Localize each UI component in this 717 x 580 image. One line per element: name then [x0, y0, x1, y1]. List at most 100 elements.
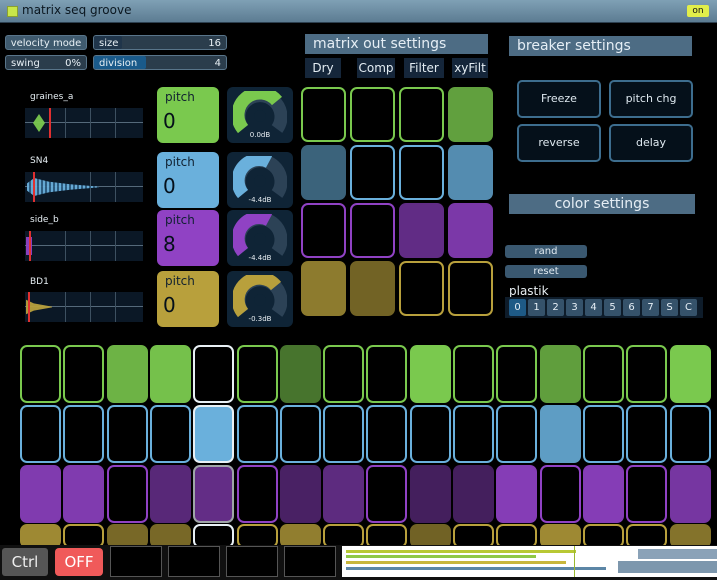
step-cell[interactable]: [149, 465, 191, 523]
step-cell[interactable]: [323, 345, 365, 403]
slot-4[interactable]: [284, 546, 336, 577]
preset-button-6[interactable]: 6: [623, 299, 640, 316]
on-toggle[interactable]: on: [687, 5, 709, 17]
step-cell[interactable]: [539, 465, 581, 523]
step-cell[interactable]: [582, 465, 624, 523]
step-cell[interactable]: [366, 405, 408, 463]
step-cell[interactable]: [323, 465, 365, 523]
step-cell[interactable]: [106, 405, 148, 463]
step-cell[interactable]: [236, 465, 278, 523]
matrix-out-cell[interactable]: [448, 87, 493, 142]
matrix-out-cell[interactable]: [448, 261, 493, 316]
step-cell[interactable]: [496, 465, 538, 523]
step-cell[interactable]: [63, 345, 105, 403]
matrix-out-cell[interactable]: [350, 203, 395, 258]
delay-button[interactable]: delay: [609, 124, 693, 162]
velocity-mode-button[interactable]: velocity mode: [5, 35, 87, 50]
rand-button[interactable]: rand: [505, 245, 587, 258]
reset-button[interactable]: reset: [505, 265, 587, 278]
pitch-box-2[interactable]: pitch 0: [157, 152, 219, 208]
step-cell[interactable]: [409, 465, 451, 523]
matrix-out-cell[interactable]: [448, 203, 493, 258]
pitch-box-1[interactable]: pitch 0: [157, 87, 219, 143]
step-cell[interactable]: [279, 465, 321, 523]
preset-button-3[interactable]: 3: [566, 299, 583, 316]
waveform-4[interactable]: [25, 292, 143, 322]
matrix-out-col-xyfilt[interactable]: xyFilt: [452, 58, 488, 78]
preset-button-7[interactable]: 7: [642, 299, 659, 316]
step-cell[interactable]: [453, 465, 494, 523]
step-cell[interactable]: [409, 345, 451, 403]
step-cell[interactable]: [453, 405, 494, 463]
step-cell[interactable]: [539, 405, 581, 463]
gain-knob-1[interactable]: 0.0dB: [227, 87, 293, 143]
step-cell[interactable]: [539, 345, 581, 403]
matrix-out-cell[interactable]: [350, 87, 395, 142]
matrix-out-cell[interactable]: [301, 203, 346, 258]
preset-button-c[interactable]: C: [680, 299, 697, 316]
matrix-out-cell[interactable]: [399, 261, 444, 316]
pitch-box-3[interactable]: pitch 8: [157, 210, 219, 266]
ctrl-button[interactable]: Ctrl: [2, 548, 48, 576]
step-cell[interactable]: [149, 345, 191, 403]
step-cell[interactable]: [193, 345, 235, 403]
step-cell[interactable]: [453, 345, 494, 403]
step-cell[interactable]: [366, 465, 408, 523]
division-slider[interactable]: division 4: [93, 55, 227, 70]
waveform-3[interactable]: [25, 231, 143, 261]
step-cell[interactable]: [669, 465, 711, 523]
matrix-out-cell[interactable]: [399, 203, 444, 258]
step-cell[interactable]: [669, 345, 711, 403]
slot-3[interactable]: [226, 546, 278, 577]
step-cell[interactable]: [193, 465, 235, 523]
matrix-out-col-comp[interactable]: Comp: [357, 58, 395, 78]
step-cell[interactable]: [106, 345, 148, 403]
step-cell[interactable]: [496, 405, 538, 463]
step-cell[interactable]: [626, 345, 668, 403]
waveform-2[interactable]: [25, 172, 143, 202]
slot-2[interactable]: [168, 546, 220, 577]
step-cell[interactable]: [106, 465, 148, 523]
step-cell[interactable]: [366, 345, 408, 403]
pitch-change-button[interactable]: pitch chg: [609, 80, 693, 118]
step-cell[interactable]: [149, 405, 191, 463]
matrix-out-col-filter[interactable]: Filter: [404, 58, 444, 78]
matrix-out-cell[interactable]: [448, 145, 493, 200]
matrix-out-cell[interactable]: [350, 145, 395, 200]
step-cell[interactable]: [236, 405, 278, 463]
matrix-out-cell[interactable]: [301, 261, 346, 316]
step-cell[interactable]: [279, 405, 321, 463]
matrix-out-cell[interactable]: [350, 261, 395, 316]
waveform-1[interactable]: [25, 108, 143, 138]
step-cell[interactable]: [193, 405, 235, 463]
step-cell[interactable]: [323, 405, 365, 463]
preset-button-2[interactable]: 2: [547, 299, 564, 316]
step-cell[interactable]: [496, 345, 538, 403]
preset-button-0[interactable]: 0: [509, 299, 526, 316]
matrix-out-cell[interactable]: [301, 87, 346, 142]
step-cell[interactable]: [626, 405, 668, 463]
matrix-out-cell[interactable]: [399, 87, 444, 142]
step-cell[interactable]: [626, 465, 668, 523]
step-cell[interactable]: [20, 465, 61, 523]
preset-button-s[interactable]: S: [661, 299, 678, 316]
step-cell[interactable]: [669, 405, 711, 463]
preset-button-4[interactable]: 4: [585, 299, 602, 316]
gain-knob-4[interactable]: -0.3dB: [227, 271, 293, 327]
matrix-out-cell[interactable]: [301, 145, 346, 200]
gain-knob-2[interactable]: -4.4dB: [227, 152, 293, 208]
size-slider[interactable]: size 16: [93, 35, 227, 50]
step-cell[interactable]: [582, 405, 624, 463]
matrix-out-cell[interactable]: [399, 145, 444, 200]
swing-slider[interactable]: swing 0%: [5, 55, 87, 70]
preset-button-1[interactable]: 1: [528, 299, 545, 316]
slot-1[interactable]: [110, 546, 162, 577]
preset-button-5[interactable]: 5: [604, 299, 621, 316]
pitch-box-4[interactable]: pitch 0: [157, 271, 219, 327]
step-cell[interactable]: [20, 345, 61, 403]
step-cell[interactable]: [63, 405, 105, 463]
step-cell[interactable]: [582, 345, 624, 403]
step-cell[interactable]: [20, 405, 61, 463]
off-button[interactable]: OFF: [55, 548, 103, 576]
step-cell[interactable]: [279, 345, 321, 403]
